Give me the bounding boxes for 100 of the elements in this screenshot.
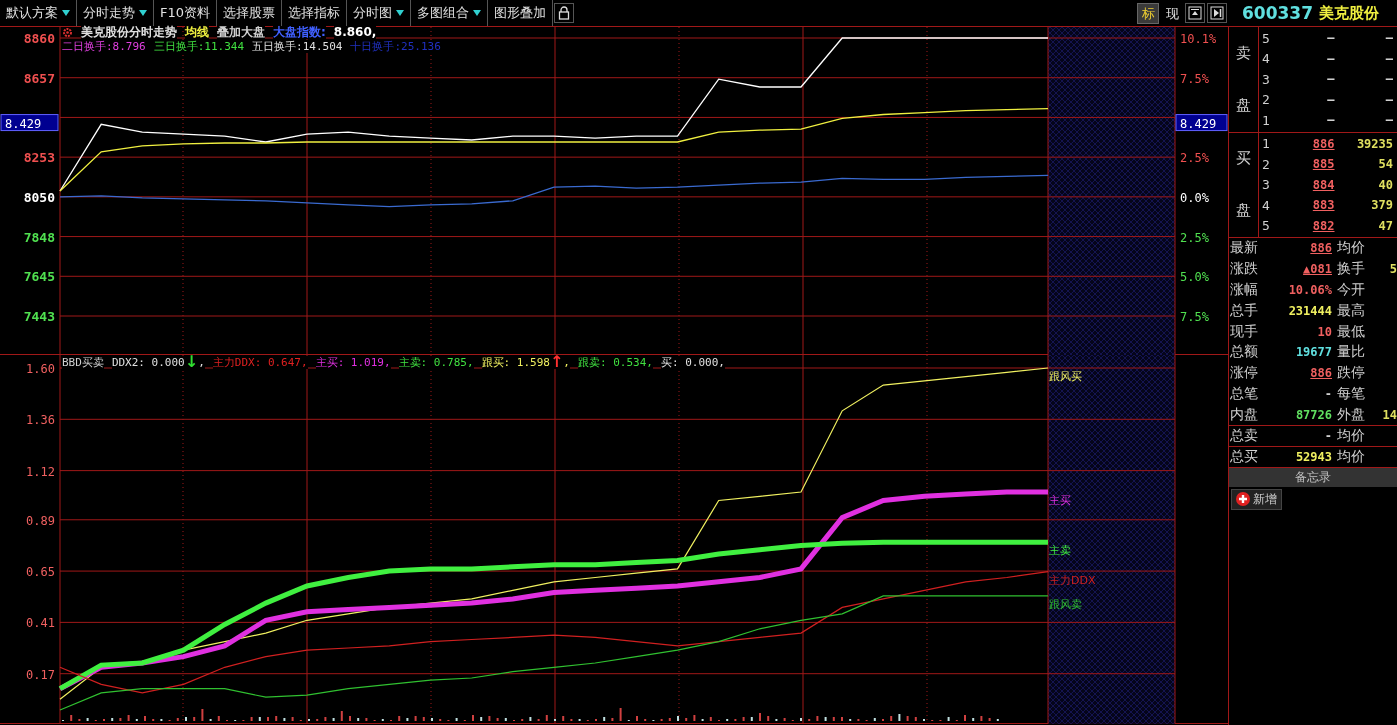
legend-text: 均线 — [185, 26, 209, 39]
bid-volume: — — [1385, 113, 1393, 128]
add-button[interactable]: 新增 — [1231, 488, 1282, 510]
stat-label: 换手 — [1336, 260, 1366, 279]
stat-label: 总卖 — [1230, 427, 1259, 446]
stat-value: ▲081 — [1303, 262, 1333, 277]
axis-label: 8657 — [23, 70, 55, 86]
axis-label: 7848 — [23, 229, 55, 245]
bid-price: — — [1327, 51, 1335, 66]
legend-text: 三日换手:11.344 — [153, 40, 245, 53]
stat-value: - — [1324, 429, 1333, 444]
stat-label: 总额 — [1230, 343, 1259, 362]
axis-label: 7.5% — [1180, 310, 1209, 324]
level-number: 4 — [1262, 51, 1271, 67]
legend-text: 叠加大盘 — [217, 26, 265, 39]
legend-text: 主卖: 0.785 — [398, 355, 467, 369]
stat-label: 均价 — [1336, 239, 1366, 258]
stat-label: 总买 — [1230, 447, 1259, 466]
bid-price: 885 — [1312, 157, 1335, 172]
axis-label: 1.60 — [26, 362, 55, 376]
bid-volume: 39235 — [1356, 136, 1393, 151]
stat-value: - — [1324, 386, 1333, 401]
series-label: 跟风卖 — [1049, 597, 1082, 611]
collapse-icon[interactable] — [1207, 3, 1227, 23]
series-label: 主买 — [1049, 494, 1071, 507]
bid-price: 884 — [1312, 177, 1335, 192]
stat-label: 外盘 — [1336, 405, 1366, 424]
stock-code: 600337 — [1242, 3, 1313, 23]
lock-icon[interactable] — [554, 3, 575, 23]
stat-value: 19677 — [1295, 345, 1333, 360]
stat-value: 231444 — [1288, 303, 1333, 318]
level-number: 2 — [1262, 92, 1271, 108]
stat-label: 最新 — [1230, 239, 1259, 258]
axis-label: 8253 — [23, 150, 55, 166]
stat-label: 量比 — [1336, 343, 1366, 362]
stat-value: 14 — [1382, 407, 1397, 422]
stat-value: 886 — [1310, 366, 1333, 381]
bid-volume: 379 — [1371, 198, 1393, 213]
bid-volume: — — [1385, 51, 1393, 66]
legend-text: 跟卖: 0.534 — [578, 355, 647, 369]
legend-text: 十日换手:25.136 — [350, 40, 441, 53]
side-label: 买 — [1236, 149, 1251, 169]
axis-label: 2.5% — [1180, 230, 1209, 245]
legend-text: 五日换手:14.504 — [252, 40, 343, 53]
maximize-icon[interactable] — [1185, 3, 1205, 23]
bid-price: — — [1327, 92, 1335, 107]
stat-label: 均价 — [1336, 427, 1366, 446]
legend-text: 主买: 1.019 — [315, 355, 384, 369]
stat-label: 总手 — [1230, 301, 1259, 320]
bid-price: 883 — [1312, 198, 1335, 213]
axis-label: 7645 — [23, 269, 55, 285]
level-number: 1 — [1262, 136, 1271, 152]
level-number: 3 — [1262, 71, 1271, 87]
stat-label: 最低 — [1336, 322, 1366, 341]
axis-label: 7443 — [23, 309, 55, 324]
stat-value: 886 — [1310, 241, 1333, 256]
plus-icon — [1236, 492, 1250, 507]
stat-value: 10.06% — [1288, 283, 1333, 297]
bid-price: — — [1327, 113, 1335, 128]
axis-label: 8860 — [23, 31, 55, 46]
axis-label: 8050 — [23, 189, 55, 205]
level-number: 1 — [1262, 112, 1271, 128]
bid-volume: — — [1385, 72, 1393, 87]
bid-price: 882 — [1312, 218, 1335, 233]
axis-label: 0.17 — [26, 667, 55, 682]
stat-label: 涨停 — [1230, 364, 1259, 383]
legend-text: BBD买卖 — [62, 355, 104, 369]
legend-text: 主力DDX: 0.647 — [212, 355, 301, 369]
legend-text: 二日换手:8.796 — [62, 40, 146, 53]
view-tab[interactable]: 标 — [1137, 3, 1159, 24]
side-label: 盘 — [1236, 201, 1251, 221]
stat-label: 最高 — [1336, 301, 1366, 320]
side-label: 盘 — [1236, 95, 1251, 115]
series-label: 主力DDX — [1049, 573, 1096, 587]
side-label: 卖 — [1236, 43, 1251, 63]
axis-label: 0.0% — [1180, 190, 1209, 205]
axis-label: 7.5% — [1180, 71, 1209, 86]
stat-label: 总笔 — [1230, 384, 1259, 403]
memo-header: 备忘录 — [1229, 466, 1397, 487]
bid-volume: 40 — [1378, 177, 1393, 192]
stat-label: 跌停 — [1336, 364, 1366, 383]
legend-text: 大盘指数: — [273, 26, 326, 39]
stat-value: 5 — [1389, 262, 1397, 277]
separator-text: , — [301, 355, 308, 369]
axis-label: 0.41 — [26, 616, 55, 631]
axis-label: 10.1% — [1180, 32, 1217, 46]
series-label: 主卖 — [1049, 544, 1071, 558]
axis-label: 1.36 — [26, 413, 55, 428]
legend-text: 美克股份分时走势 — [81, 26, 177, 39]
bid-volume: — — [1385, 31, 1393, 46]
bid-volume: 54 — [1378, 157, 1393, 172]
axis-label: 1.12 — [26, 464, 55, 479]
bid-price: — — [1327, 72, 1335, 87]
stat-label: 每笔 — [1336, 384, 1366, 403]
stat-label: 涨幅 — [1230, 281, 1259, 299]
settings-icon[interactable] — [62, 27, 73, 38]
axis-label: 0.89 — [26, 513, 55, 528]
level-number: 4 — [1262, 197, 1271, 213]
legend-text: 8.860, — [333, 26, 377, 39]
stat-label: 内盘 — [1230, 405, 1259, 424]
